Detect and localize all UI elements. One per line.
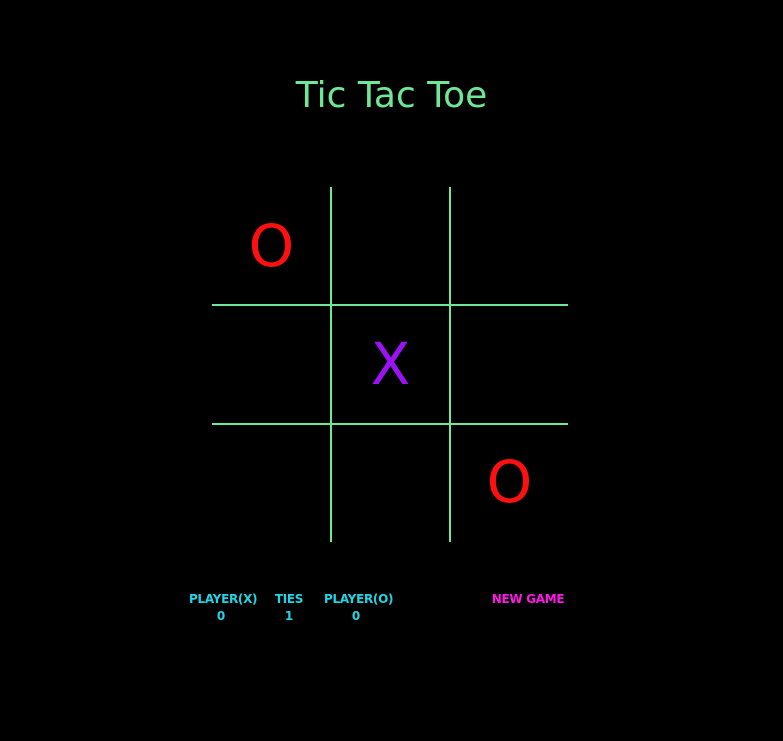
new-game-button[interactable]: NEW GAME [486, 591, 570, 608]
score-ties-label: TIES [274, 592, 304, 606]
score-player-o-label: PLAYER(O) [324, 592, 394, 606]
board-cell-3[interactable] [212, 305, 331, 423]
page-title: Tic Tac Toe [295, 75, 488, 116]
score-player-o-value: 0 [351, 609, 361, 623]
score-player-x-label: PLAYER(X) [189, 592, 258, 606]
board-cell-6[interactable] [212, 423, 331, 541]
score-player-x-value: 0 [216, 609, 226, 623]
board-cell-8[interactable]: O [450, 423, 569, 541]
board-cell-1[interactable] [331, 187, 450, 305]
board-cell-0[interactable]: O [212, 187, 331, 305]
grid-line-horizontal-1 [212, 304, 568, 306]
grid-line-horizontal-2 [212, 423, 568, 425]
score-ties-value: 1 [284, 609, 294, 623]
score-player-o: PLAYER(O) 0 [324, 591, 394, 625]
score-ties: TIES 1 [269, 591, 309, 625]
board-cell-7[interactable] [331, 423, 450, 541]
game-board: O X O [212, 187, 568, 542]
board-cell-2[interactable] [450, 187, 569, 305]
board-cell-4[interactable]: X [331, 305, 450, 423]
board-cell-5[interactable] [450, 305, 569, 423]
grid-line-vertical-2 [449, 187, 451, 542]
grid-line-vertical-1 [330, 187, 332, 542]
score-player-x: PLAYER(X) 0 [189, 591, 258, 625]
